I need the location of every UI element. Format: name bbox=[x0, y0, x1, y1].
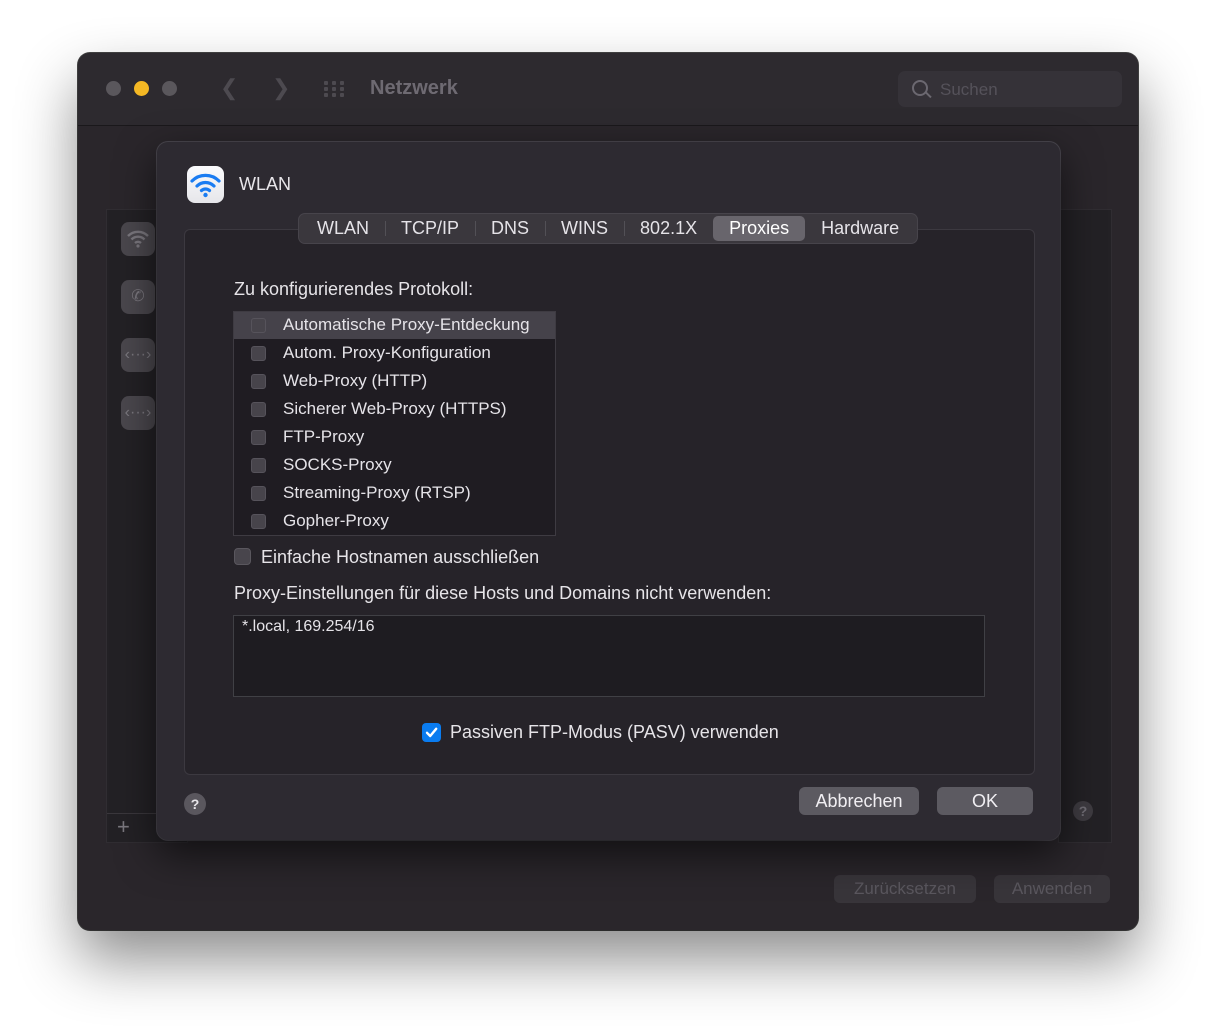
reset-button[interactable]: Zurücksetzen bbox=[834, 875, 976, 903]
protocol-row-http[interactable]: Web-Proxy (HTTP) bbox=[234, 368, 555, 395]
protocol-checkbox[interactable] bbox=[251, 346, 266, 361]
protocol-row-auto-discovery[interactable]: Automatische Proxy-Entdeckung bbox=[234, 312, 555, 339]
wifi-service-icon[interactable] bbox=[121, 222, 155, 256]
bypass-hosts-field[interactable]: *.local, 169.254/16 bbox=[233, 615, 985, 697]
sheet-title: WLAN bbox=[239, 174, 292, 194]
protocol-row-gopher[interactable]: Gopher-Proxy bbox=[234, 508, 555, 535]
help-button[interactable]: ? bbox=[184, 793, 206, 815]
protocol-checkbox[interactable] bbox=[251, 402, 266, 417]
details-panel bbox=[1058, 209, 1112, 843]
exclude-simple-hostnames-label: Einfache Hostnamen ausschließen bbox=[261, 547, 540, 567]
protocol-label: Streaming-Proxy (RTSP) bbox=[283, 483, 471, 502]
tab-hardware[interactable]: Hardware bbox=[805, 216, 915, 241]
wifi-app-icon bbox=[187, 166, 224, 203]
protocol-label: Autom. Proxy-Konfiguration bbox=[283, 343, 491, 362]
protocol-label: Web-Proxy (HTTP) bbox=[283, 371, 428, 390]
proxy-settings-sheet: WLAN WLAN TCP/IP DNS WINS 802.1X Proxies… bbox=[157, 142, 1060, 840]
protocol-row-socks[interactable]: SOCKS-Proxy bbox=[234, 452, 555, 479]
protocol-row-rtsp[interactable]: Streaming-Proxy (RTSP) bbox=[234, 480, 555, 507]
bridge-service-icon[interactable]: ‹···› bbox=[121, 396, 155, 430]
tab-wlan[interactable]: WLAN bbox=[301, 216, 385, 241]
add-label: + bbox=[117, 814, 130, 839]
close-window-button[interactable] bbox=[106, 81, 121, 96]
protocol-row-https[interactable]: Sicherer Web-Proxy (HTTPS) bbox=[234, 396, 555, 423]
protocol-label: Gopher-Proxy bbox=[283, 511, 389, 530]
tab-proxies[interactable]: Proxies bbox=[713, 216, 806, 241]
ok-button[interactable]: OK bbox=[937, 787, 1033, 815]
back-arrow-icon[interactable]: ❮ bbox=[220, 75, 238, 101]
protocol-label: SOCKS-Proxy bbox=[283, 455, 392, 474]
protocol-checkbox[interactable] bbox=[251, 430, 266, 445]
bypass-heading: Proxy-Einstellungen für diese Hosts und … bbox=[234, 583, 772, 603]
tab-bar: WLAN TCP/IP DNS WINS 802.1X Proxies Hard… bbox=[299, 214, 918, 243]
protocol-checkbox[interactable] bbox=[251, 514, 266, 529]
pasv-label: Passiven FTP-Modus (PASV) verwenden bbox=[450, 722, 779, 742]
protocol-list: Automatische Proxy-Entdeckung Autom. Pro… bbox=[233, 311, 556, 536]
search-field[interactable]: Suchen bbox=[898, 71, 1122, 107]
tab-8021x[interactable]: 802.1X bbox=[624, 216, 713, 241]
protocol-heading: Zu konfigurierendes Protokoll: bbox=[234, 279, 474, 299]
protocol-checkbox[interactable] bbox=[251, 318, 266, 333]
phone-service-icon[interactable]: ✆ bbox=[121, 280, 155, 314]
protocol-label: Sicherer Web-Proxy (HTTPS) bbox=[283, 399, 507, 418]
zoom-window-button[interactable] bbox=[162, 81, 177, 96]
search-icon bbox=[912, 80, 928, 96]
apply-button[interactable]: Anwenden bbox=[994, 875, 1110, 903]
protocol-row-ftp[interactable]: FTP-Proxy bbox=[234, 424, 555, 451]
tab-wins[interactable]: WINS bbox=[545, 216, 624, 241]
tab-dns[interactable]: DNS bbox=[475, 216, 545, 241]
forward-arrow-icon[interactable]: ❯ bbox=[272, 75, 290, 101]
protocol-checkbox[interactable] bbox=[251, 458, 266, 473]
pasv-checkbox[interactable] bbox=[422, 723, 441, 742]
protocol-checkbox[interactable] bbox=[251, 486, 266, 501]
protocol-checkbox[interactable] bbox=[251, 374, 266, 389]
minimize-window-button[interactable] bbox=[134, 81, 149, 96]
show-all-grid-icon[interactable] bbox=[324, 81, 348, 97]
tab-tcpip[interactable]: TCP/IP bbox=[385, 216, 475, 241]
search-placeholder: Suchen bbox=[940, 80, 998, 99]
window-title: Netzwerk bbox=[370, 77, 458, 99]
title-bar: ❮ ❯ Netzwerk Suchen bbox=[78, 53, 1138, 126]
protocol-row-auto-config[interactable]: Autom. Proxy-Konfiguration bbox=[234, 340, 555, 367]
cancel-button[interactable]: Abbrechen bbox=[799, 787, 919, 815]
protocol-label: FTP-Proxy bbox=[283, 427, 365, 446]
protocol-label: Automatische Proxy-Entdeckung bbox=[283, 315, 530, 334]
background-help-button[interactable]: ? bbox=[1073, 801, 1093, 821]
vpn-service-icon[interactable]: ‹···› bbox=[121, 338, 155, 372]
exclude-simple-hostnames-checkbox[interactable] bbox=[234, 548, 251, 565]
